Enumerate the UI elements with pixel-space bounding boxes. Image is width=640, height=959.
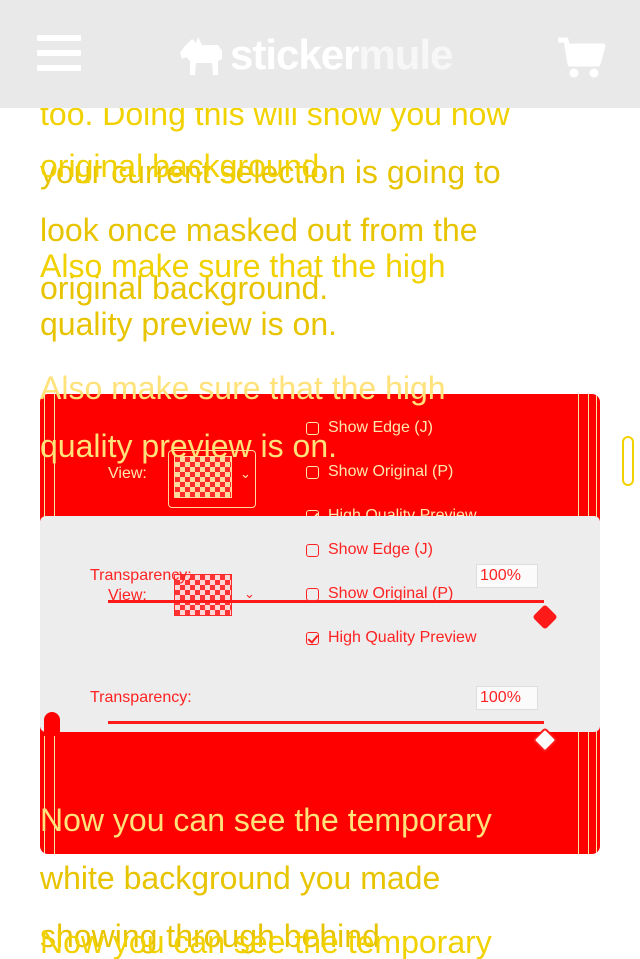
article-text-line: Also make sure that the high bbox=[40, 248, 446, 284]
brand-logo[interactable]: sticker mule bbox=[178, 30, 453, 80]
view-label: View: bbox=[108, 587, 147, 604]
article-text-line: Also make sure that the high bbox=[40, 370, 446, 406]
brand-name-secondary: mule bbox=[358, 31, 453, 78]
chevron-down-icon: ⌄ bbox=[240, 466, 251, 481]
transparency-slider-track[interactable] bbox=[108, 721, 544, 724]
article-text-line: original background. bbox=[40, 148, 329, 184]
high-quality-label: High Quality Preview bbox=[328, 629, 477, 646]
transparency-slider-track[interactable] bbox=[108, 600, 544, 603]
brand-name-primary: sticker bbox=[230, 31, 359, 78]
article-text-line: Now you can see the temporary bbox=[40, 802, 492, 838]
refine-mask-dialog: View: ⌄ Transparency: 100% Show Edge (J)… bbox=[40, 516, 600, 732]
article-text-line: quality preview is on. bbox=[40, 306, 338, 342]
show-edge-label: Show Edge (J) bbox=[328, 419, 433, 436]
panel-edge-marker bbox=[44, 712, 60, 736]
show-edge-checkbox[interactable] bbox=[306, 544, 319, 557]
article-text-line: look once masked out from the bbox=[40, 212, 478, 248]
show-original-label: Show Original (P) bbox=[328, 463, 454, 480]
shopping-cart-icon[interactable] bbox=[556, 36, 606, 80]
view-label: View: bbox=[108, 465, 147, 482]
show-original-label: Show Original (P) bbox=[328, 585, 454, 602]
hamburger-menu-icon[interactable] bbox=[37, 33, 81, 73]
page: sticker mule too. Doing this will show yo… bbox=[0, 0, 640, 959]
show-edge-label: Show Edge (J) bbox=[328, 541, 433, 558]
high-quality-checkbox[interactable] bbox=[306, 632, 319, 645]
article-text-line: Now you can see the temporary bbox=[40, 924, 492, 959]
transparency-value: 100% bbox=[480, 567, 521, 584]
transparency-label: Transparency: bbox=[90, 567, 192, 584]
site-header: sticker mule bbox=[0, 0, 640, 108]
transparency-value: 100% bbox=[480, 689, 521, 706]
article-text-line: white background you made bbox=[40, 860, 441, 896]
scroll-handle[interactable] bbox=[622, 436, 634, 486]
transparency-slider-knob[interactable] bbox=[532, 604, 558, 630]
show-original-checkbox[interactable] bbox=[306, 588, 319, 601]
article-text-line: quality preview is on. bbox=[40, 428, 338, 464]
transparency-label: Transparency: bbox=[90, 689, 192, 706]
show-original-checkbox[interactable] bbox=[306, 466, 319, 479]
mule-logo-icon bbox=[180, 37, 222, 75]
